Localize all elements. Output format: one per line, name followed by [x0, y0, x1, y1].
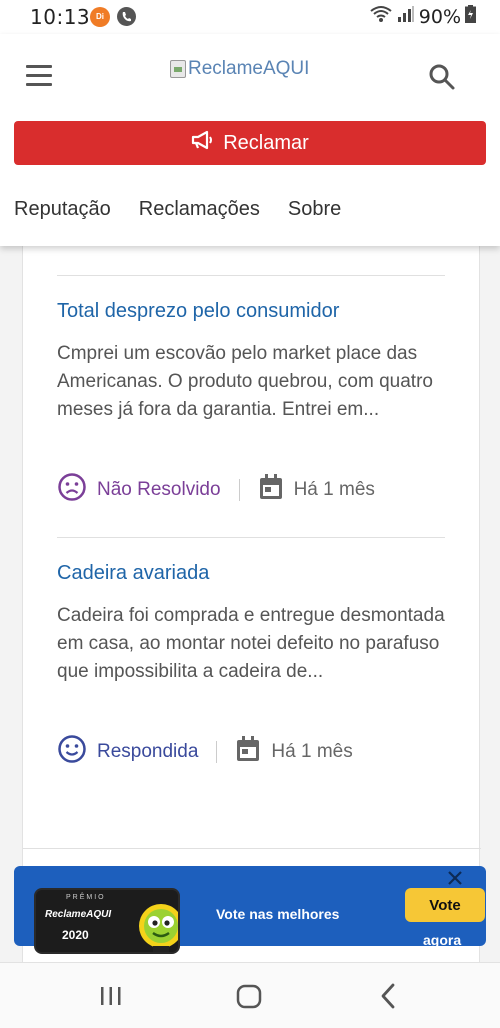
divider — [57, 275, 445, 276]
calendar-icon — [235, 735, 261, 769]
complaint-excerpt: Cadeira foi comprada e entregue desmonta… — [57, 605, 445, 682]
app-notification-icon: Di — [90, 7, 110, 27]
battery-icon — [465, 5, 476, 28]
award-badge: PRÊMIO ReclameAQUI 2020 — [34, 888, 180, 954]
wifi-icon — [369, 5, 393, 28]
back-icon[interactable] — [374, 981, 404, 1011]
banner-text: Vote nas melhores empresas para o — [216, 896, 376, 968]
complaint-meta: Não Resolvido Há 1 mês — [57, 472, 375, 508]
banner-text-line: Vote nas melhores — [216, 906, 340, 922]
reclamar-label: Reclamar — [223, 131, 309, 154]
date-label: Há 1 mês — [271, 741, 353, 762]
battery-level: 90% — [418, 5, 461, 28]
broken-image-icon — [170, 60, 186, 78]
complaint-title[interactable]: Total desprezo pelo consumidor — [57, 300, 339, 323]
meta-separator — [238, 479, 240, 501]
status-time: 10:13 — [30, 5, 91, 29]
megaphone-icon — [191, 130, 213, 156]
complaint-excerpt: Cmprei um escovão pelo market place das … — [57, 343, 433, 420]
date-label: Há 1 mês — [293, 479, 375, 500]
tab-reputacao[interactable]: Reputação — [14, 198, 111, 221]
app-screen: 10:13 Di 90% ReclameAQUI Reclamar Reputa… — [0, 0, 500, 1028]
close-icon[interactable] — [446, 869, 464, 887]
complaint-meta: Respondida Há 1 mês — [57, 734, 353, 770]
status-badge: Respondida — [57, 734, 198, 770]
tab-sobre[interactable]: Sobre — [288, 198, 341, 221]
meta-separator — [216, 741, 218, 763]
divider — [57, 537, 445, 538]
sad-face-icon — [57, 472, 87, 508]
status-badge: Não Resolvido — [57, 472, 221, 508]
section-tabs: Reputação Reclamações Sobre — [14, 198, 341, 221]
award-vote-banner[interactable]: PRÊMIO ReclameAQUI 2020 Vote nas melhore… — [14, 866, 486, 958]
system-nav-bar — [0, 962, 500, 1028]
phone-notification-icon — [117, 7, 136, 26]
app-header: ReclameAQUI Reclamar Reputação Reclamaçõ… — [0, 34, 500, 246]
vote-button[interactable]: Vote — [405, 888, 485, 922]
hamburger-menu-icon[interactable] — [26, 65, 54, 87]
mascot-icon — [136, 902, 178, 952]
logo-alt-text: ReclameAQUI — [188, 58, 310, 79]
recent-apps-icon[interactable] — [96, 981, 126, 1011]
status-label: Não Resolvido — [97, 479, 221, 500]
reclamar-button[interactable]: Reclamar — [14, 121, 486, 165]
calendar-icon — [258, 473, 284, 507]
search-icon[interactable] — [428, 63, 456, 91]
complaint-title[interactable]: Cadeira avariada — [57, 562, 209, 585]
status-right: 90% — [369, 5, 476, 28]
home-icon[interactable] — [234, 981, 264, 1011]
complaint-date: Há 1 mês — [235, 735, 353, 769]
complaint-date: Há 1 mês — [258, 473, 375, 507]
status-bar: 10:13 Di 90% — [0, 0, 500, 34]
tab-reclamacoes[interactable]: Reclamações — [139, 198, 260, 221]
award-logo: ReclameAQUI — [45, 909, 112, 920]
happy-face-icon — [57, 734, 87, 770]
award-year: 2020 — [62, 928, 89, 942]
signal-icon — [397, 5, 415, 28]
divider — [23, 848, 481, 849]
award-premio-label: PRÊMIO — [66, 894, 106, 901]
vote-button-overflow: agora — [423, 932, 462, 948]
complaints-list: Total desprezo pelo consumidor Cmprei um… — [22, 246, 481, 966]
site-logo[interactable]: ReclameAQUI — [170, 52, 330, 86]
status-label: Respondida — [97, 741, 199, 762]
